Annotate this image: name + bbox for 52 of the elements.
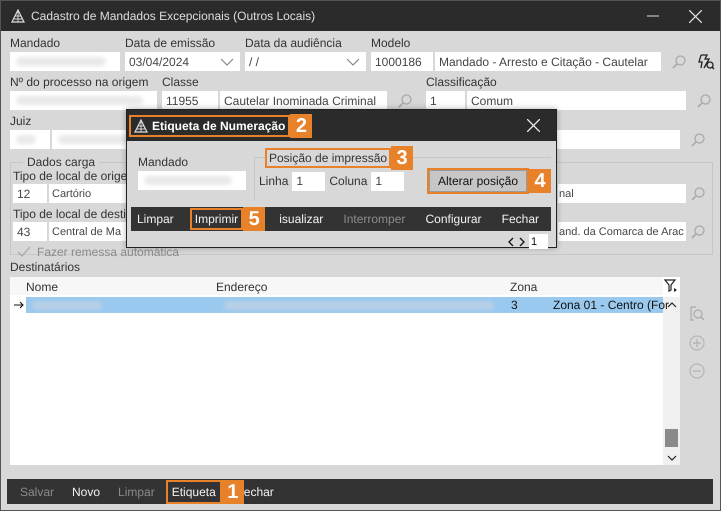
toolbar-button[interactable]: Etiqueta [168, 482, 220, 502]
group-title: Posição de impressão [267, 150, 390, 166]
window-title: Cadastro de Mandados Excepcionais (Outros Locais) [31, 9, 316, 23]
field-label: Mandado [138, 155, 188, 170]
annotation-badge: 3 [391, 146, 414, 170]
field-label: Data da audiência [245, 36, 342, 51]
annotation-badge: 1 [222, 480, 244, 504]
checkbox-label: Fazer remessa automática [37, 245, 180, 259]
annotation-badge: 4 [529, 169, 551, 193]
text-field[interactable]: Cautelar Inominada Criminal [220, 91, 387, 110]
annotation-badge: 2 [290, 114, 312, 138]
field-label: Linha [259, 174, 288, 188]
number-field[interactable]: 1 [292, 172, 326, 190]
toolbar-button[interactable]: Configurar [420, 210, 488, 228]
column-header[interactable]: Endereço [216, 280, 268, 294]
text-field[interactable]: nal [558, 184, 686, 203]
dialog-title: Etiqueta de Numeração [152, 118, 286, 132]
field-label: Modelo [371, 36, 410, 51]
toolbar-button[interactable]: Fechar [496, 210, 545, 228]
group-title: Dados carga [26, 155, 96, 169]
code-field[interactable]: 43 [13, 222, 47, 241]
field-label: Tipo de local de desti [13, 207, 126, 221]
field-label: Juiz [10, 114, 32, 129]
change-position-button[interactable]: Alterar posição [428, 170, 527, 192]
page-field[interactable]: 1 [529, 234, 548, 249]
text-field[interactable]: Comum [467, 91, 686, 110]
field-label: Coluna [329, 174, 368, 188]
field-label: Tipo de local de orige [13, 169, 128, 183]
field-label: Mandado [10, 36, 60, 51]
annotation-badge: 5 [243, 207, 266, 231]
code-field[interactable]: 11955 [162, 91, 218, 110]
code-field[interactable]: 1000186 [371, 52, 433, 71]
number-field[interactable]: 1 [371, 172, 404, 190]
table-cell: Zona 01 - Centro (For [553, 298, 670, 312]
field-label: Classificação [426, 75, 497, 90]
table-cell: 3 [511, 298, 518, 312]
field-label: Classe [162, 75, 199, 90]
section-label: Destinatários [10, 260, 82, 275]
column-header[interactable]: Nome [26, 280, 58, 294]
text-field[interactable]: Mandado - Arresto e Citação - Cautelar [435, 52, 661, 71]
date-field[interactable]: 03/04/2024 [125, 52, 240, 71]
text-field[interactable]: and. da Comarca de Arac [558, 222, 686, 241]
column-header[interactable]: Zona [510, 280, 538, 294]
toolbar-button[interactable]: Imprimir [192, 210, 242, 228]
field-label: Nº do processo na origem [10, 75, 148, 90]
field-label: Data de emissão [125, 36, 216, 51]
toolbar-button[interactable]: isualizar [273, 210, 330, 228]
code-field[interactable]: 12 [13, 184, 47, 203]
date-field[interactable]: / / [245, 52, 366, 71]
toolbar-button[interactable]: Novo [63, 482, 110, 500]
toolbar-button[interactable]: echar [244, 482, 283, 500]
code-field[interactable]: 1 [426, 91, 465, 110]
